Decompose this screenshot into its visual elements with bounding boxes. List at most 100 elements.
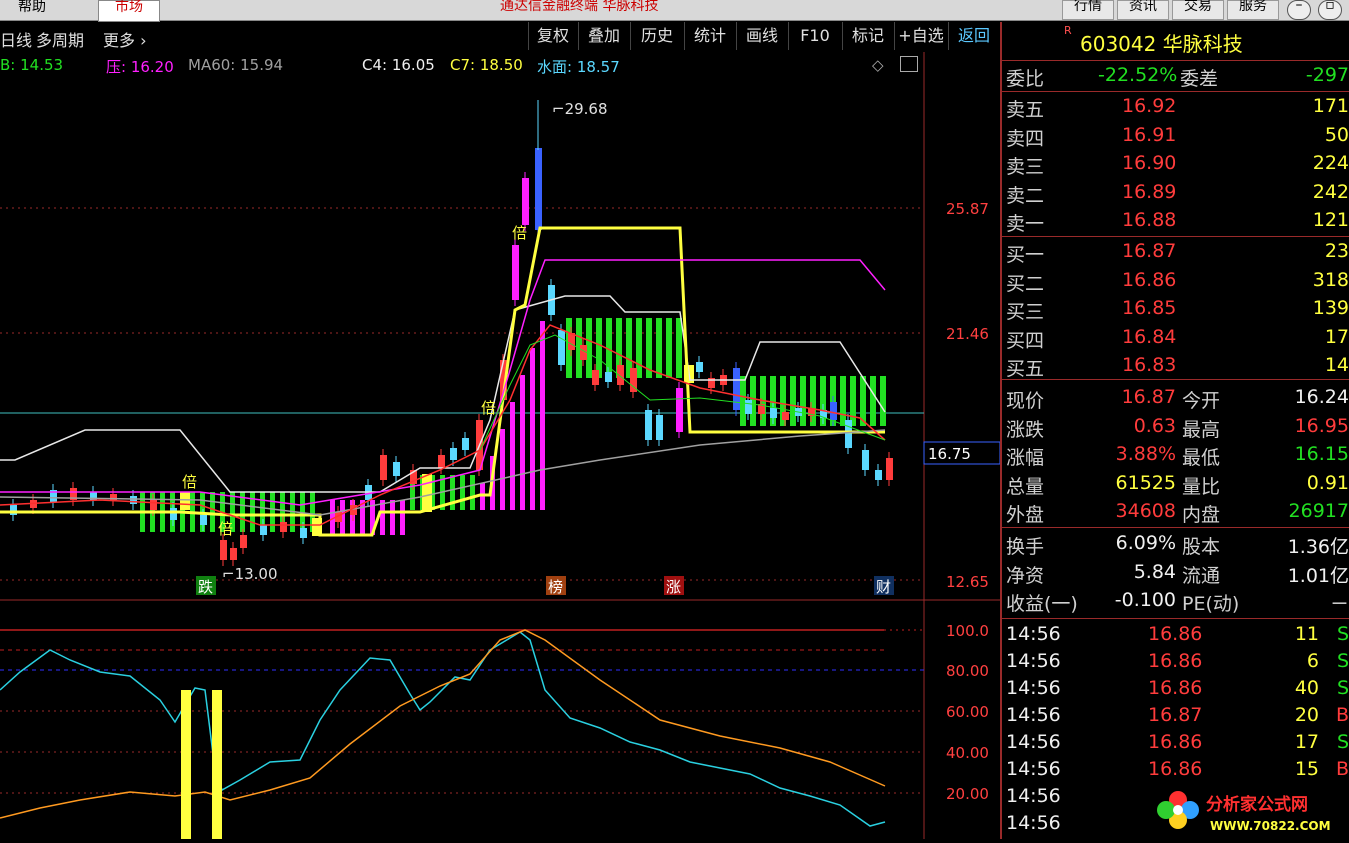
quote-value: 34608	[1115, 500, 1176, 522]
menu-news-button[interactable]: 资讯	[1117, 0, 1169, 20]
draw-button[interactable]: 画线	[736, 22, 787, 50]
candle-body	[568, 333, 575, 350]
menu-trade-button[interactable]: 交易	[1172, 0, 1224, 20]
window-title: 通达信金融终端 华脉科技	[500, 0, 659, 14]
candle-body	[200, 515, 207, 525]
back-button[interactable]: 返回	[948, 22, 999, 50]
menu-help[interactable]: 帮助	[12, 0, 52, 20]
candle-body	[240, 535, 247, 548]
magenta-stripe	[400, 500, 405, 535]
tick-volume: 15	[1294, 758, 1319, 780]
buy-price: 16.84	[1122, 325, 1177, 348]
minimize-icon[interactable]: –	[1287, 0, 1311, 20]
sell-price: 16.92	[1122, 95, 1177, 117]
menu-market[interactable]: 市场	[98, 0, 160, 22]
quote-label: 涨跌	[1006, 418, 1045, 441]
more-menu[interactable]: 更多 ›	[103, 27, 147, 51]
quote-value: 16.87	[1121, 386, 1176, 408]
candle-body	[676, 388, 683, 432]
sell-volume: 121	[1312, 209, 1349, 231]
tick-row: 14:56 16.86 40 S	[1002, 675, 1349, 703]
tick-row: 14:56 16.86 11 S	[1002, 621, 1349, 649]
buy-volume: 318	[1312, 268, 1349, 291]
tick-row: 14:56 16.86 15 B	[1002, 756, 1349, 784]
sell-label: 卖二	[1006, 184, 1045, 207]
green-stripe	[840, 376, 846, 426]
tick-row: 14:56 16.87 20 B	[1002, 702, 1349, 730]
fin-label: 换手	[1006, 536, 1045, 558]
magenta-stripe	[390, 500, 395, 535]
marker-bei-4: 倍	[512, 224, 527, 242]
stats-button[interactable]: 统计	[684, 22, 735, 50]
tick-price: 16.86	[1148, 731, 1203, 753]
add-watchlist-button[interactable]: +自选	[894, 22, 947, 50]
period-daily[interactable]: 日线	[0, 27, 32, 51]
buy-label: 买一	[1006, 244, 1045, 266]
overlay-button[interactable]: 叠加	[578, 22, 629, 50]
logo-text: 分析家公式网	[1206, 794, 1308, 815]
candle-body	[862, 450, 869, 470]
mark-button[interactable]: 标记	[842, 22, 893, 50]
finance-row-0: 换手 6.09% 股本 1.36亿	[1002, 530, 1349, 558]
tick-time: 14:56	[1006, 812, 1061, 834]
yellow-block	[422, 474, 432, 512]
quote-panel: R 603042 华脉科技 委比 -22.52% 委差 -297 卖五 16.92…	[1000, 22, 1349, 839]
tick-price: 16.87	[1148, 704, 1203, 726]
candle-body	[260, 525, 267, 535]
buy-price: 16.85	[1122, 297, 1177, 319]
candle-body	[300, 528, 307, 538]
buy-row-1: 买一 16.87 23	[1002, 238, 1349, 266]
buy-label: 买四	[1006, 329, 1045, 352]
candle-body	[645, 410, 652, 440]
quote-value: 61525	[1115, 471, 1176, 494]
restore-icon[interactable]: ▫	[1318, 0, 1342, 20]
candle-body	[280, 522, 287, 532]
tick-time: 14:56	[1006, 785, 1061, 807]
green-stripe	[790, 376, 796, 426]
fin-label: 净资	[1006, 564, 1045, 587]
finance-row-1: 净资 5.84 流通 1.01亿	[1002, 559, 1349, 587]
candle-body	[512, 245, 519, 300]
multi-period[interactable]: 多周期	[36, 27, 84, 51]
candle-body	[745, 400, 752, 414]
event-tag-rank-text: 榜	[548, 578, 563, 596]
sub-signal-bar-2	[212, 690, 222, 839]
sell-label: 卖一	[1006, 213, 1045, 235]
sub-label-60: 60.00	[946, 703, 989, 721]
sell-price: 16.89	[1122, 180, 1177, 203]
green-stripe	[596, 318, 602, 378]
kline-chart[interactable]: 25.87 21.46 16.75 12.65 100.0 80.00 60.0…	[0, 52, 1000, 839]
sub-label-40: 40.00	[946, 744, 989, 762]
title-bar: 帮助 市场 通达信金融终端 华脉科技 行情 资讯 交易 服务 – ▫	[0, 0, 1349, 22]
menu-quote-button[interactable]: 行情	[1062, 0, 1114, 20]
magenta-stripe	[540, 321, 545, 510]
candle-body	[380, 455, 387, 480]
candle-body	[605, 372, 612, 382]
sell-label: 卖三	[1006, 156, 1045, 178]
cyan-oscillator-line	[0, 631, 886, 827]
f10-button[interactable]: F10	[788, 22, 841, 50]
history-button[interactable]: 历史	[630, 22, 683, 50]
marker-bei-3: 倍	[481, 399, 496, 417]
sub-signal-bar-1	[181, 690, 191, 839]
adjust-button[interactable]: 复权	[528, 22, 577, 50]
sell-row-2: 卖二 16.89 242	[1002, 179, 1349, 207]
sub-grid	[0, 629, 924, 794]
buy-volume: 139	[1312, 297, 1349, 319]
green-stripe	[880, 376, 886, 426]
quote-label: 外盘	[1006, 504, 1045, 526]
sell-row-1: 卖一 16.88 121	[1002, 207, 1349, 235]
buy-row-4: 买四 16.84 17	[1002, 324, 1349, 352]
event-tag-drop-text: 跌	[198, 578, 213, 596]
candle-body	[782, 412, 789, 420]
magenta-stripe	[520, 375, 525, 510]
buy-volume: 23	[1324, 240, 1349, 262]
tick-price: 16.86	[1148, 623, 1203, 645]
menu-service-button[interactable]: 服务	[1227, 0, 1279, 20]
candle-body	[462, 438, 469, 450]
green-stripe	[460, 475, 465, 510]
fin-label: PE(动)	[1182, 593, 1240, 615]
fin-value: 5.84	[1133, 560, 1176, 583]
sell-volume: 224	[1312, 152, 1349, 174]
tick-volume: 17	[1294, 731, 1319, 753]
